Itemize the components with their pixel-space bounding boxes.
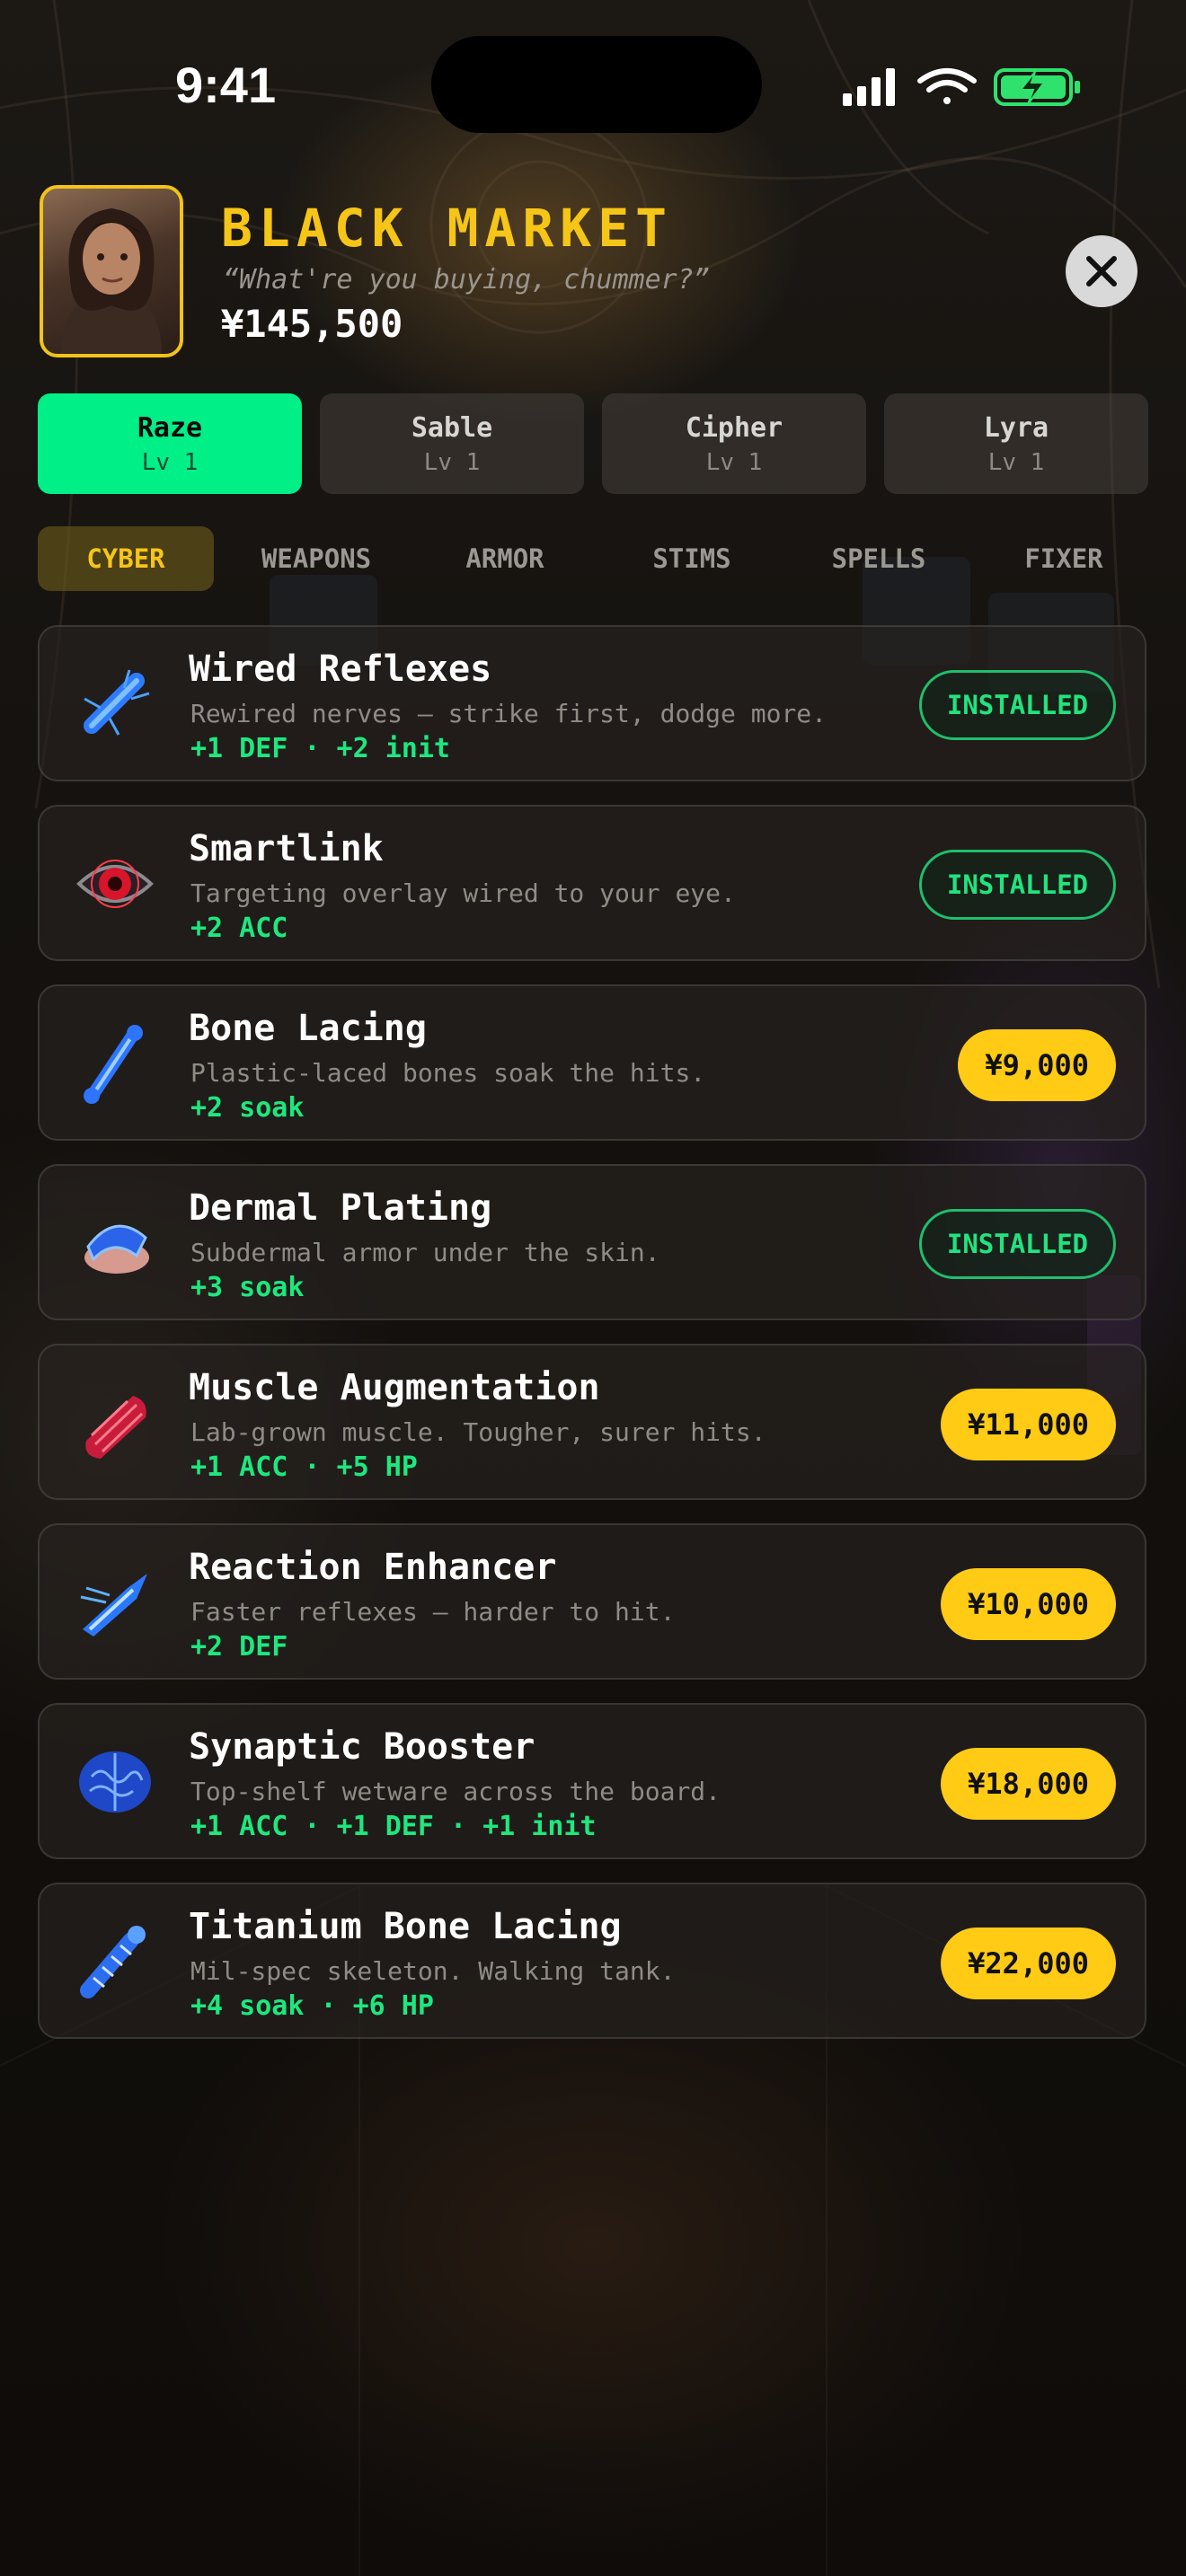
dynamic-island: [431, 36, 762, 133]
titanium-arm-icon: [80, 1926, 146, 1998]
item-description: Faster reflexes — harder to hit.: [190, 1597, 676, 1627]
item-name: Reaction Enhancer: [189, 1547, 557, 1588]
cellular-signal-icon: [843, 68, 895, 106]
installed-badge: INSTALLED: [918, 850, 1116, 920]
buy-price-button[interactable]: ¥18,000: [941, 1748, 1116, 1820]
item-stats: +1 ACC · +5 HP: [190, 1451, 418, 1483]
shop-quote: “What're you buying, chummer?”: [223, 264, 710, 296]
cyber-eye-icon: [76, 860, 154, 908]
item-name: Synaptic Booster: [189, 1726, 535, 1768]
bone-lacing-icon: [84, 1025, 143, 1104]
character-level: Lv 1: [141, 448, 199, 476]
item-card-smartlink[interactable]: Smartlink Targeting overlay wired to you…: [38, 805, 1146, 961]
item-card-muscle-augmentation[interactable]: Muscle Augmentation Lab-grown muscle. To…: [38, 1344, 1146, 1500]
item-card-synaptic-booster[interactable]: Synaptic Booster Top-shelf wetware acros…: [38, 1703, 1146, 1859]
wifi-icon: [917, 68, 977, 104]
buy-price-button[interactable]: ¥11,000: [941, 1389, 1116, 1460]
item-description: Mil-spec skeleton. Walking tank.: [190, 1956, 676, 1986]
close-x-icon: [1086, 256, 1117, 287]
reaction-enhancer-icon: [80, 1574, 147, 1636]
character-tab-sable[interactable]: Sable Lv 1: [320, 393, 584, 494]
item-stats: +1 ACC · +1 DEF · +1 init: [190, 1811, 597, 1842]
item-description: Plastic-laced bones soak the hits.: [190, 1058, 706, 1088]
item-card-dermal-plating[interactable]: Dermal Plating Subdermal armor under the…: [38, 1164, 1146, 1320]
item-stats: +2 soak: [190, 1092, 305, 1124]
item-description: Lab-grown muscle. Tougher, surer hits.: [190, 1417, 766, 1447]
buy-price-button[interactable]: ¥10,000: [941, 1568, 1116, 1640]
category-tabs: CYBER WEAPONS ARMOR STIMS SPELLS FIXER: [38, 526, 1161, 591]
item-card-wired-reflexes[interactable]: Wired Reflexes Rewired nerves — strike f…: [38, 625, 1146, 781]
status-bar: 9:41: [0, 0, 1186, 171]
shop-header: BLACK MARKET “What're you buying, chumme…: [40, 185, 1146, 365]
character-tabs: Raze Lv 1 Sable Lv 1 Cipher Lv 1 Lyra Lv…: [38, 393, 1148, 494]
tab-spells[interactable]: SPELLS: [796, 526, 961, 591]
tab-fixer[interactable]: FIXER: [983, 526, 1145, 591]
item-stats: +2 ACC: [190, 913, 288, 944]
item-name: Wired Reflexes: [189, 648, 492, 690]
item-description: Subdermal armor under the skin.: [190, 1238, 660, 1267]
item-stats: +1 DEF · +2 init: [190, 733, 450, 764]
item-card-titanium-bone-lacing[interactable]: Titanium Bone Lacing Mil-spec skeleton. …: [38, 1883, 1146, 2039]
item-description: Targeting overlay wired to your eye.: [190, 878, 736, 908]
brain-icon: [79, 1751, 151, 1813]
item-name: Bone Lacing: [189, 1008, 427, 1049]
item-stats: +3 soak: [190, 1272, 305, 1303]
character-tab-raze[interactable]: Raze Lv 1: [38, 393, 302, 494]
character-name: Lyra: [983, 411, 1049, 444]
character-name: Cipher: [685, 411, 783, 444]
money-balance: ¥145,500: [221, 302, 403, 346]
character-level: Lv 1: [705, 448, 763, 476]
status-time: 9:41: [175, 57, 277, 113]
installed-badge: INSTALLED: [918, 670, 1116, 740]
character-name: Sable: [411, 411, 493, 444]
tab-armor[interactable]: ARMOR: [422, 526, 588, 591]
status-icons: [843, 68, 1080, 106]
tab-stims[interactable]: STIMS: [609, 526, 774, 591]
item-name: Smartlink: [189, 828, 384, 869]
tab-weapons[interactable]: WEAPONS: [234, 526, 399, 591]
item-card-reaction-enhancer[interactable]: Reaction Enhancer Faster reflexes — hard…: [38, 1523, 1146, 1680]
tab-cyber[interactable]: CYBER: [38, 526, 214, 591]
item-name: Dermal Plating: [189, 1187, 492, 1229]
item-name: Muscle Augmentation: [189, 1367, 600, 1408]
buy-price-button[interactable]: ¥22,000: [941, 1928, 1116, 1999]
character-name: Raze: [137, 411, 203, 444]
merchant-portrait: [40, 185, 183, 357]
close-button[interactable]: [1066, 235, 1137, 307]
installed-badge: INSTALLED: [918, 1209, 1116, 1279]
character-tab-cipher[interactable]: Cipher Lv 1: [602, 393, 866, 494]
character-tab-lyra[interactable]: Lyra Lv 1: [884, 393, 1148, 494]
shop-title: BLACK MARKET: [221, 198, 674, 259]
item-description: Top-shelf wetware across the board.: [190, 1777, 721, 1806]
merchant-avatar-icon: [61, 208, 162, 354]
character-level: Lv 1: [987, 448, 1045, 476]
character-level: Lv 1: [423, 448, 481, 476]
muscle-icon: [85, 1396, 146, 1459]
item-name: Titanium Bone Lacing: [189, 1906, 622, 1947]
item-stats: +4 soak · +6 HP: [190, 1990, 434, 2022]
item-card-bone-lacing[interactable]: Bone Lacing Plastic-laced bones soak the…: [38, 984, 1146, 1141]
dermal-plating-icon: [84, 1224, 149, 1274]
item-stats: +2 DEF: [190, 1631, 288, 1663]
battery-charging-icon: [994, 68, 1080, 106]
buy-price-button[interactable]: ¥9,000: [958, 1029, 1116, 1101]
item-description: Rewired nerves — strike first, dodge mor…: [190, 699, 828, 728]
wired-reflexes-icon: [84, 669, 150, 736]
